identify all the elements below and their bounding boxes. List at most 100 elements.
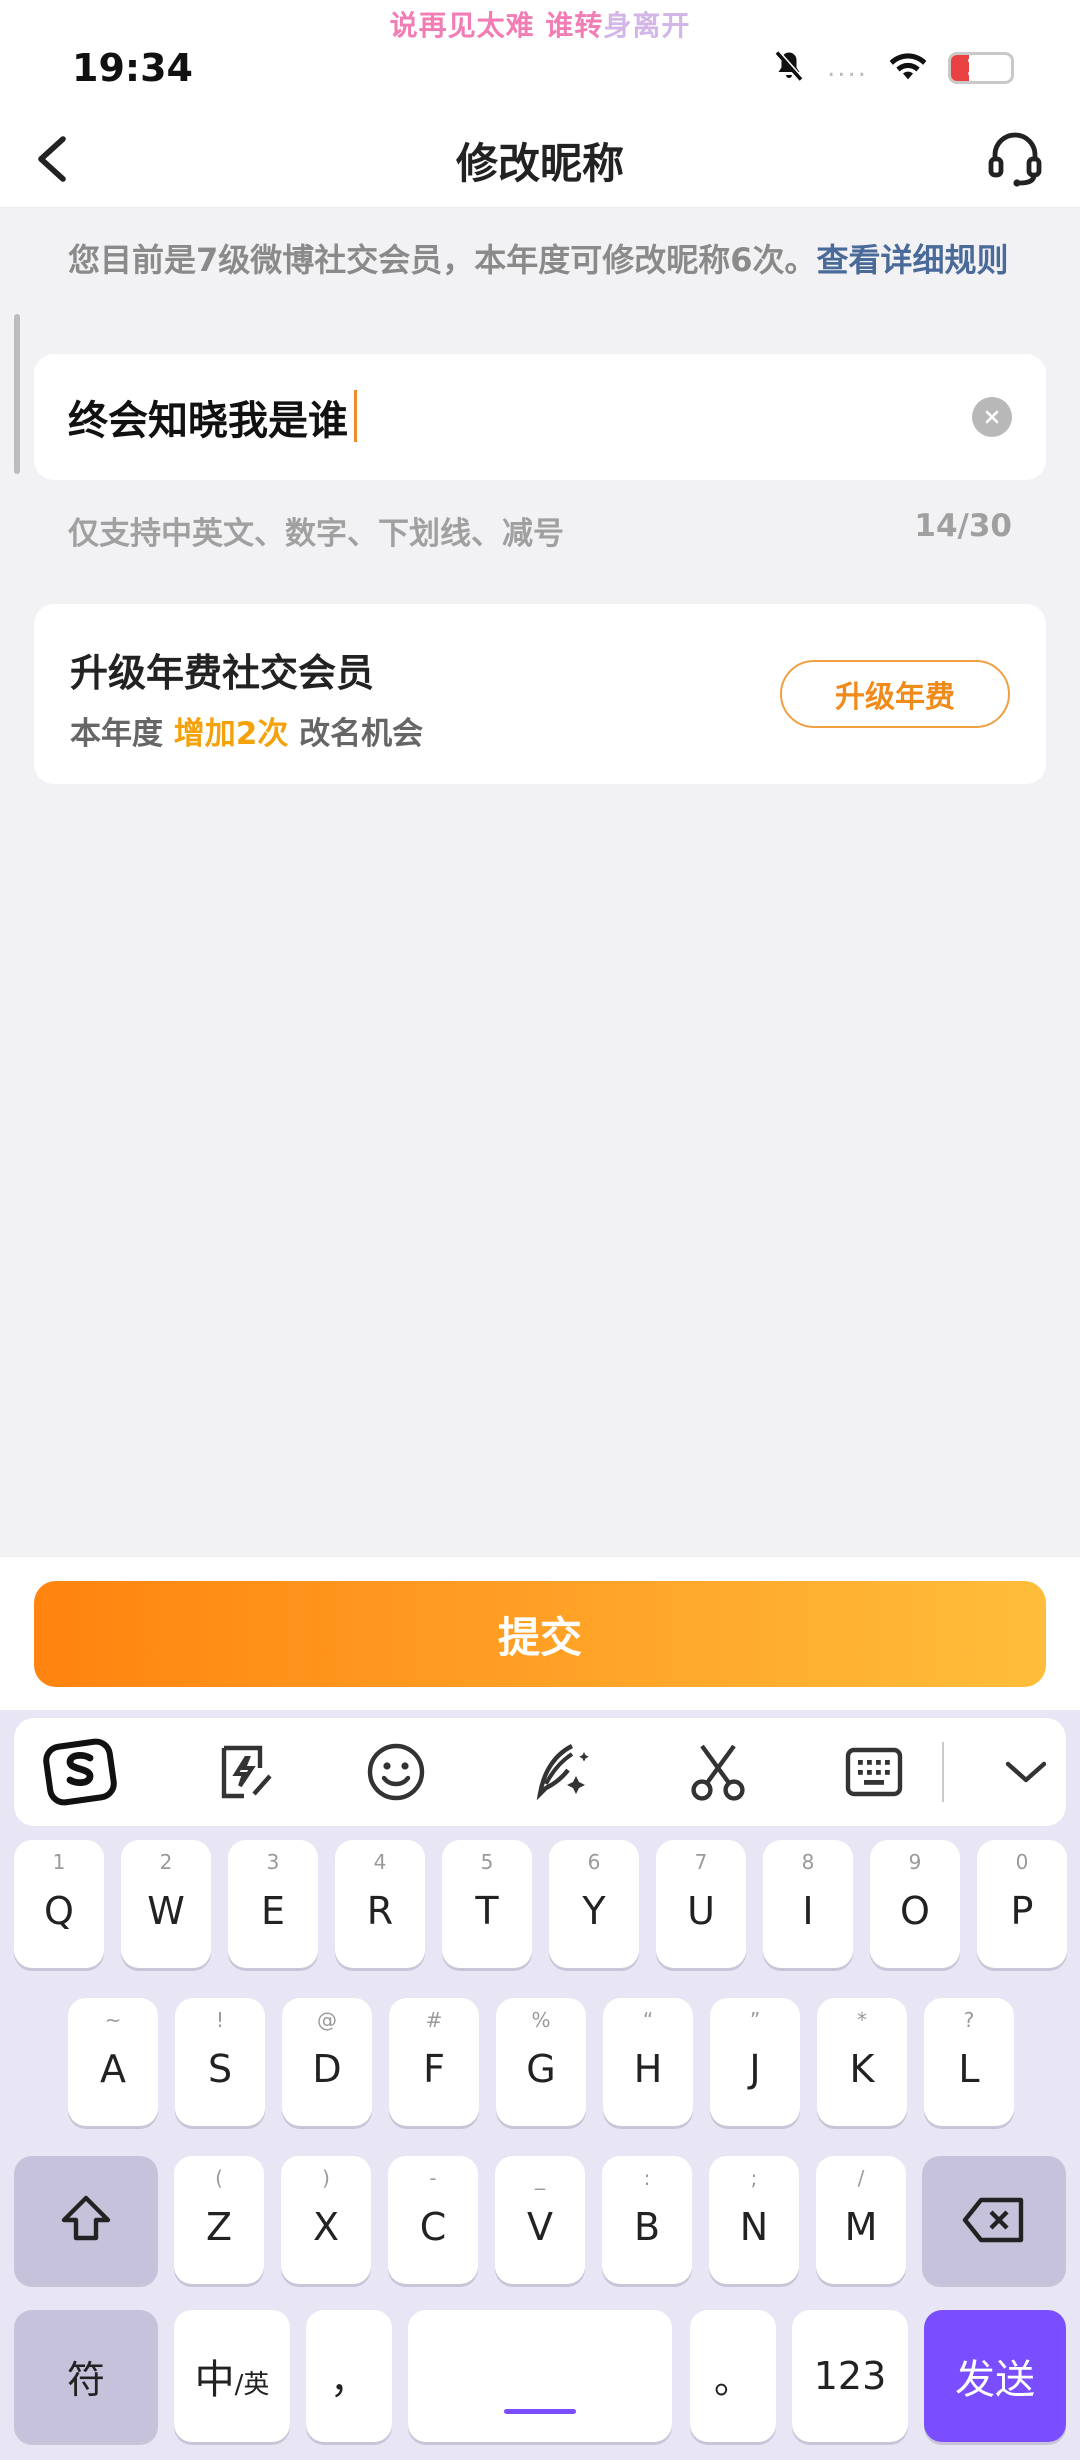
key-g[interactable]: % G (496, 1998, 586, 2126)
key-hint: ! (215, 2008, 225, 2032)
period-key[interactable]: 。 (690, 2310, 776, 2442)
key-e[interactable]: 3E (228, 1840, 318, 1968)
lyric-part-1: 说再见太难 谁转 (389, 9, 604, 42)
key-f[interactable]: # F (389, 1998, 479, 2126)
key-v[interactable]: _ V (495, 2156, 585, 2284)
space-key[interactable] (408, 2310, 672, 2442)
key-hint: 4 (373, 1850, 387, 1874)
key-c[interactable]: -C (388, 2156, 478, 2284)
lang-main-label: 中 (194, 2357, 235, 2403)
key-hint: ? (963, 2008, 975, 2032)
customer-service-button[interactable] (980, 124, 1050, 194)
key-w[interactable]: 2W (121, 1840, 211, 1968)
key-label: E (260, 1889, 285, 1933)
key-label: T (475, 1889, 499, 1933)
symbol-key[interactable]: 符 (14, 2310, 158, 2442)
number-key-label: 123 (813, 2354, 887, 2398)
close-icon (985, 410, 999, 424)
key-t[interactable]: 5T (442, 1840, 532, 1968)
headset-icon (988, 132, 1042, 187)
shift-key[interactable] (14, 2156, 158, 2284)
key-d[interactable]: @ D (282, 1998, 372, 2126)
upgrade-button[interactable]: 升级年费 (780, 660, 1010, 728)
key-hint: ) (322, 2166, 330, 2190)
upgrade-title: 升级年费社交会员 (70, 651, 375, 695)
key-hint: ; (750, 2166, 758, 2190)
rules-link[interactable]: 查看详细规则 (817, 241, 1009, 279)
backspace-key[interactable] (922, 2156, 1066, 2284)
nickname-hint: 仅支持中英文、数字、下划线、减号 (68, 516, 564, 552)
emoji-icon[interactable] (358, 1734, 434, 1810)
key-u[interactable]: 7U (656, 1840, 746, 1968)
scissors-icon[interactable] (680, 1734, 756, 1810)
key-x[interactable]: ) X (281, 2156, 371, 2284)
key-hint: 7 (694, 1850, 708, 1874)
wifi-icon (888, 50, 928, 86)
status-time: 19:34 (72, 46, 193, 90)
key-label: V (527, 2205, 553, 2249)
key-label: D (312, 2047, 342, 2091)
upgrade-description: 本年度 增加2次 改名机会 (70, 708, 423, 753)
key-o[interactable]: 9O (870, 1840, 960, 1968)
send-key[interactable]: 发送 (924, 2310, 1066, 2442)
key-label: C (419, 2205, 447, 2249)
signal-dots: .... (826, 53, 868, 83)
key-p[interactable]: 0P (977, 1840, 1067, 1968)
clear-input-button[interactable] (972, 397, 1012, 437)
key-label: Q (44, 1889, 74, 1933)
key-y[interactable]: 6Y (549, 1840, 639, 1968)
key-label: S (207, 2047, 233, 2091)
text-cursor (354, 390, 357, 442)
key-label: Y (582, 1889, 606, 1933)
key-s[interactable]: ! S (175, 1998, 265, 2126)
key-z[interactable]: (Z (174, 2156, 264, 2284)
key-hint: / (857, 2166, 865, 2190)
key-label: U (687, 1889, 715, 1933)
chevron-down-icon[interactable] (988, 1734, 1064, 1810)
key-label: L (958, 2047, 980, 2091)
key-hint: _ (535, 2166, 545, 2190)
lyric-part-2: 身离开 (603, 9, 691, 42)
upgrade-desc-prefix: 本年度 (70, 716, 163, 752)
upgrade-desc-highlight: 增加2次 (173, 716, 289, 752)
key-q[interactable]: 1Q (14, 1840, 104, 1968)
key-hint: @ (317, 2008, 337, 2032)
scroll-indicator (14, 314, 20, 474)
key-label: N (739, 2205, 769, 2249)
key-j[interactable]: ” J (710, 1998, 800, 2126)
key-n[interactable]: ; N (709, 2156, 799, 2284)
key-label: M (844, 2205, 878, 2249)
keyboard-icon[interactable] (836, 1734, 912, 1810)
key-i[interactable]: 8I (763, 1840, 853, 1968)
submit-button[interactable]: 提交 (34, 1581, 1046, 1687)
period-key-label: 。 (713, 2357, 752, 2402)
key-m[interactable]: / M (816, 2156, 906, 2284)
sogou-logo-icon[interactable] (42, 1734, 118, 1810)
key-label: H (633, 2047, 663, 2091)
notice-text: 您目前是7级微博社交会员，本年度可修改昵称6次。 (68, 241, 817, 279)
key-r[interactable]: 4R (335, 1840, 425, 1968)
key-h[interactable]: “H (603, 1998, 693, 2126)
key-k[interactable]: * K (817, 1998, 907, 2126)
toolbar-separator (942, 1742, 944, 1802)
language-toggle-key[interactable]: 中/英 (174, 2310, 290, 2442)
key-label: G (526, 2047, 556, 2091)
quick-phrase-icon[interactable] (206, 1734, 282, 1810)
key-label: W (147, 1889, 185, 1933)
key-b[interactable]: :B (602, 2156, 692, 2284)
number-key[interactable]: 123 (792, 2310, 908, 2442)
space-indicator (504, 2409, 576, 2414)
key-hint: * (857, 2008, 867, 2032)
nickname-input[interactable] (68, 388, 948, 446)
backspace-icon (962, 2197, 1024, 2243)
membership-notice: 您目前是7级微博社交会员，本年度可修改昵称6次。查看详细规则 (68, 238, 1018, 282)
key-label: Z (205, 2205, 233, 2249)
key-a[interactable]: ~ A (68, 1998, 158, 2126)
battery-icon: 16 (948, 52, 1014, 84)
key-label: O (900, 1889, 930, 1933)
comma-key[interactable]: ， (306, 2310, 392, 2442)
key-hint: # (425, 2008, 443, 2032)
key-label: P (1010, 1889, 1034, 1933)
handwriting-icon[interactable] (522, 1734, 598, 1810)
key-l[interactable]: ? L (924, 1998, 1014, 2126)
